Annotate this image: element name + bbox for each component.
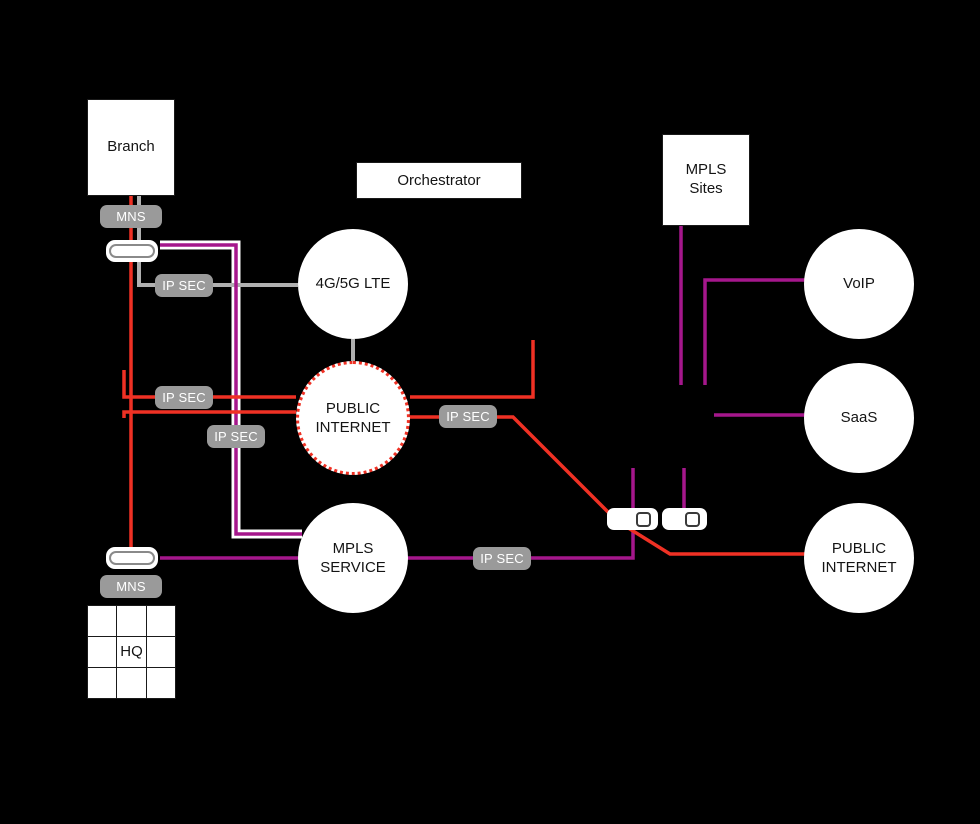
cloud-voip-label: VoIP bbox=[843, 274, 875, 294]
label-chip-text: MNS bbox=[116, 209, 146, 224]
node-mpls-sites[interactable]: MPLS Sites bbox=[662, 134, 750, 226]
node-branch-label: Branch bbox=[107, 138, 155, 156]
cloud-label-line2: INTERNET bbox=[821, 559, 897, 576]
hq-cell bbox=[116, 604, 147, 637]
label-chip-ipsec-4[interactable]: IP SEC bbox=[439, 405, 497, 428]
label-chip-ipsec-2[interactable]: IP SEC bbox=[155, 386, 213, 409]
wire-ipsec4-to-edge bbox=[497, 415, 619, 523]
label-chip-text: IP SEC bbox=[446, 409, 490, 424]
label-chip-text: IP SEC bbox=[214, 429, 258, 444]
cloud-label-line1: VoIP bbox=[843, 275, 875, 293]
cloud-label-line1: 4G/5G LTE bbox=[315, 275, 391, 293]
cloud-voip[interactable]: VoIP bbox=[804, 229, 914, 339]
hq-cell bbox=[86, 604, 118, 637]
label-chip-text: MNS bbox=[116, 579, 146, 594]
cloud-public2-label: PUBLIC INTERNET bbox=[822, 539, 897, 578]
hq-cell bbox=[116, 666, 147, 699]
hq-cell bbox=[145, 604, 177, 637]
node-branch[interactable]: Branch bbox=[87, 99, 175, 196]
cloud-label-line1: MPLS SERVICE bbox=[320, 539, 386, 577]
node-orchestrator[interactable]: Orchestrator bbox=[356, 162, 522, 199]
wire-ipsec2-left-stub bbox=[122, 370, 155, 399]
cloud-public2[interactable]: PUBLIC INTERNET bbox=[804, 503, 914, 613]
cloud-label-line1: PUBLIC bbox=[831, 539, 887, 557]
label-chip-text: IP SEC bbox=[480, 551, 524, 566]
cloud-lte[interactable]: 4G/5G LTE bbox=[298, 229, 408, 339]
cloud-lte-label: 4G/5G LTE bbox=[316, 274, 391, 294]
cloud-label-line1: SaaS bbox=[840, 409, 878, 427]
label-chip-text: IP SEC bbox=[162, 278, 206, 293]
hq-cell bbox=[116, 635, 147, 668]
label-chip-mns-branch[interactable]: MNS bbox=[100, 205, 162, 228]
hq-cell bbox=[145, 635, 177, 668]
cloud-saas-label: SaaS bbox=[841, 408, 878, 428]
mpls-sites-line2: Sites bbox=[689, 180, 723, 197]
label-chip-mns-hq[interactable]: MNS bbox=[100, 575, 162, 598]
wire-cpe-to-ipsec1 bbox=[137, 262, 155, 287]
wire-mplssites-voip bbox=[703, 278, 806, 385]
label-chip-ipsec-5[interactable]: IP SEC bbox=[473, 547, 531, 570]
mpls-sites-line1: MPLS bbox=[685, 161, 727, 179]
cloud-label-line1: PUBLIC bbox=[325, 399, 381, 417]
label-chip-ipsec-1[interactable]: IP SEC bbox=[155, 274, 213, 297]
edge-device-edge-left[interactable] bbox=[607, 508, 658, 530]
cloud-public1[interactable]: PUBLIC INTERNET bbox=[296, 361, 410, 475]
hq-cell bbox=[86, 635, 118, 668]
label-chip-ipsec-3[interactable]: IP SEC bbox=[207, 425, 265, 448]
edge-device-edge-right[interactable] bbox=[662, 508, 707, 530]
red-wires bbox=[122, 196, 805, 556]
router-branch-cpe[interactable] bbox=[106, 240, 158, 262]
hq-cell bbox=[86, 666, 118, 699]
wire-cloud-top-right-elbow bbox=[410, 340, 535, 399]
node-mpls-sites-label: MPLS Sites bbox=[686, 161, 727, 199]
label-chip-text: IP SEC bbox=[162, 390, 206, 405]
edge-device-port-icon bbox=[636, 511, 651, 527]
cloud-saas[interactable]: SaaS bbox=[804, 363, 914, 473]
router-chassis-icon bbox=[109, 551, 155, 565]
diagram-canvas: Branch Orchestrator MPLS Sites HQ 4G/5G … bbox=[0, 0, 980, 824]
hq-cell bbox=[145, 666, 177, 699]
router-chassis-icon bbox=[109, 244, 155, 258]
router-hq-cpe[interactable] bbox=[106, 547, 158, 569]
cloud-label-line2: INTERNET bbox=[315, 419, 391, 436]
magenta-wires bbox=[160, 226, 806, 560]
cloud-mplssvc[interactable]: MPLS SERVICE bbox=[298, 503, 408, 613]
node-hq[interactable] bbox=[86, 604, 177, 699]
edge-device-port-icon bbox=[685, 511, 700, 527]
cloud-public1-label: PUBLIC INTERNET bbox=[316, 399, 391, 438]
wire-hq-elbow-to-cloud bbox=[122, 410, 296, 418]
node-orchestrator-label: Orchestrator bbox=[397, 172, 481, 189]
cloud-mplssvc-label: MPLS SERVICE bbox=[301, 539, 405, 578]
